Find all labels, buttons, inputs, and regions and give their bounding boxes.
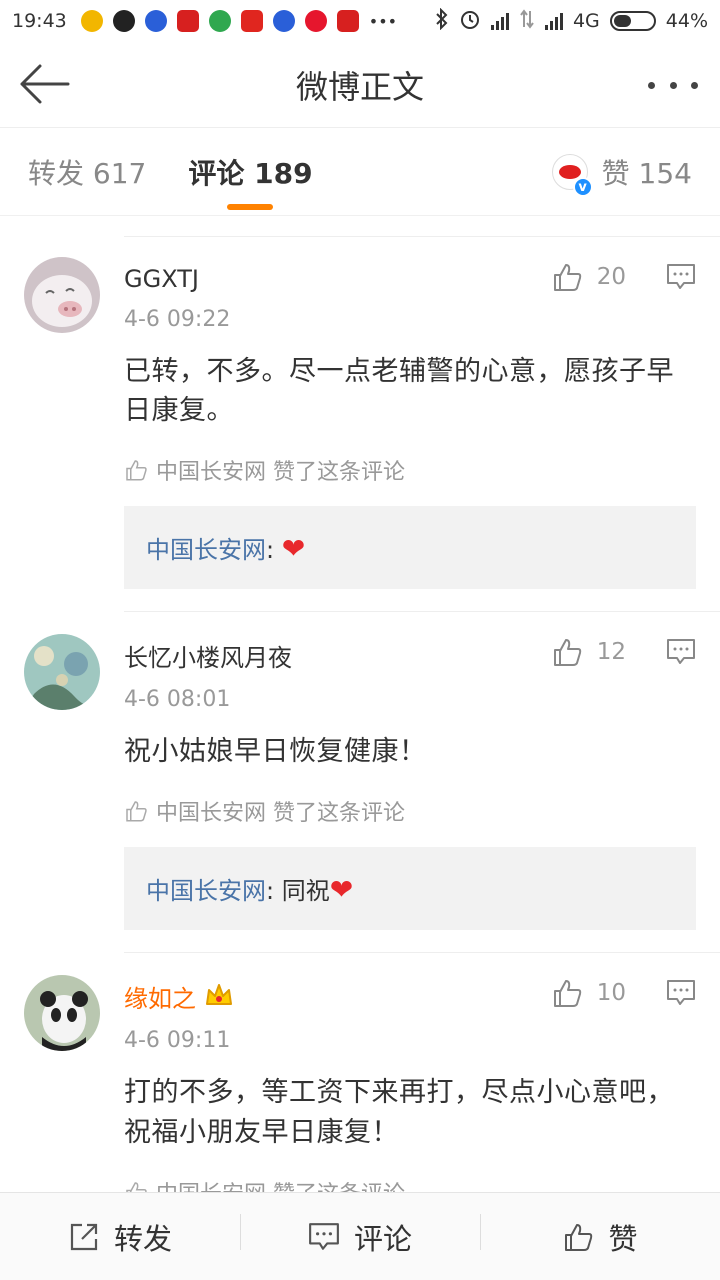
- toutiao-icon: [240, 10, 263, 32]
- status-time: 19:43: [12, 10, 67, 32]
- like-count: 20: [596, 264, 626, 290]
- comment-icon: [667, 264, 695, 289]
- network-type: 4G: [572, 10, 600, 32]
- liked-by-text: 中国长安网 赞了这条评论: [156, 460, 405, 486]
- like-button[interactable]: [551, 636, 583, 668]
- thumbs-up-icon: [565, 1223, 593, 1251]
- tab-bar: 转发 617 评论 189 v 赞 154: [0, 128, 720, 216]
- notification-icons: •••: [80, 10, 398, 32]
- data-transfer-icon: [519, 8, 535, 34]
- comment-button[interactable]: 评论: [240, 1213, 480, 1258]
- liker-avatar: v: [551, 154, 593, 197]
- comment-time: 4-6 08:01: [124, 687, 231, 713]
- heart-emoji-icon: ❤: [329, 873, 354, 907]
- like-count: 12: [596, 639, 626, 666]
- comment-item: 20 GGXTJ 4-6 09:22 已转，不多。尽一点老辅警的心意，愿孩子早日…: [24, 236, 720, 611]
- reply-button[interactable]: [666, 638, 696, 666]
- weibo-icon: [304, 10, 327, 32]
- avatar[interactable]: [24, 975, 100, 1052]
- thumbs-up-icon: [126, 460, 147, 481]
- author-reply[interactable]: 中国长安网: 同祝❤: [124, 847, 696, 931]
- thumbs-up-icon: [553, 639, 581, 667]
- comment-item: 10 缘如之 4-6 09:11 打的不多，等工资下来再打，尽点小心意吧，祝福小…: [24, 952, 720, 1192]
- bottom-action-bar: 转发 评论 赞: [0, 1192, 720, 1280]
- like-count: 10: [596, 980, 626, 1007]
- likes-count: 赞 154: [601, 157, 692, 190]
- arrow-left-icon: [20, 64, 70, 104]
- like-button[interactable]: [551, 261, 583, 293]
- thumbs-up-icon: [126, 801, 147, 822]
- baidu-paw-icon: [272, 10, 295, 32]
- thumbs-up-icon: [553, 980, 581, 1008]
- netease-news-icon: [336, 10, 359, 32]
- comment-actions: 10: [551, 977, 696, 1009]
- repost-label: 转发: [113, 1221, 172, 1256]
- baidu-paw-icon: [144, 10, 167, 32]
- more-notifications-icon: •••: [368, 11, 398, 31]
- author-liked-note: 中国长安网 赞了这条评论: [124, 454, 696, 486]
- comment-actions: 12: [551, 636, 696, 668]
- comment-time: 4-6 09:11: [124, 1028, 231, 1054]
- crown-badge-icon: [204, 982, 234, 1012]
- signal-icon: [544, 12, 563, 30]
- battery-percent: 44%: [665, 10, 708, 32]
- status-bar: 19:43 ••• 4G 44%: [0, 0, 720, 42]
- page-title: 微博正文: [295, 67, 424, 106]
- more-menu-button[interactable]: [648, 70, 698, 100]
- like-button[interactable]: [551, 977, 583, 1009]
- comment-icon: [667, 639, 695, 665]
- reply-author-link[interactable]: 中国长安网: [146, 877, 266, 905]
- verified-badge-icon: v: [572, 177, 593, 197]
- liked-by-text: 中国长安网 赞了这条评论: [156, 1176, 405, 1192]
- comment-label: 评论: [353, 1221, 412, 1256]
- thumbs-up-icon: [553, 264, 581, 291]
- liked-by-text: 中国长安网 赞了这条评论: [156, 801, 405, 827]
- commenter-name[interactable]: 缘如之: [124, 979, 196, 1014]
- avatar[interactable]: [24, 634, 100, 711]
- reply-separator: :: [266, 877, 282, 906]
- netease-news-icon: [176, 10, 199, 32]
- heart-emoji-icon: ❤: [281, 532, 306, 566]
- reply-separator: :: [266, 536, 282, 565]
- comment-time: 4-6 09:22: [124, 307, 231, 332]
- thumbs-up-icon: [126, 1181, 147, 1192]
- browser-icon: [208, 10, 231, 32]
- tab-comment[interactable]: 评论 189: [188, 128, 312, 216]
- reply-button[interactable]: [666, 263, 696, 291]
- battery-icon: [609, 11, 656, 31]
- dot-icon: [691, 81, 698, 89]
- comment-text: 已转，不多。尽一点老辅警的心意，愿孩子早日康复。: [124, 356, 674, 427]
- comment-item: 12 长忆小楼风月夜 4-6 08:01 祝小姑娘早日恢复健康！ 中国长安网 赞…: [24, 611, 720, 952]
- chinaanwang-logo-icon: [558, 165, 581, 179]
- like-label: 赞: [608, 1221, 638, 1256]
- author-reply[interactable]: 中国长安网: ❤: [124, 506, 696, 590]
- reply-text: 同祝: [281, 877, 330, 906]
- status-indicators: 4G 44%: [435, 7, 708, 35]
- comment-icon: [309, 1222, 339, 1250]
- tab-likes[interactable]: v 赞 154: [551, 128, 692, 216]
- qq-icon: [112, 10, 135, 32]
- comment-text: 打的不多，等工资下来再打，尽点小心意吧，祝福小朋友早日康复！: [124, 1077, 674, 1148]
- share-icon: [70, 1223, 98, 1250]
- gold-coin-icon: [80, 10, 103, 32]
- alarm-icon: [459, 8, 481, 35]
- repost-button[interactable]: 转发: [0, 1216, 240, 1258]
- back-button[interactable]: [18, 60, 70, 108]
- dot-icon: [648, 81, 655, 89]
- title-bar: 微博正文: [0, 42, 720, 128]
- comment-icon: [667, 980, 695, 1006]
- signal-icon: [490, 12, 509, 30]
- avatar[interactable]: [24, 257, 100, 333]
- comment-list: 20 GGXTJ 4-6 09:22 已转，不多。尽一点老辅警的心意，愿孩子早日…: [0, 236, 720, 1192]
- tab-repost[interactable]: 转发 617: [28, 128, 146, 216]
- comment-actions: 20: [551, 261, 696, 293]
- reply-author-link[interactable]: 中国长安网: [146, 536, 266, 564]
- author-liked-note: 中国长安网 赞了这条评论: [124, 1176, 696, 1192]
- bluetooth-icon: [435, 7, 449, 35]
- reply-button[interactable]: [666, 979, 696, 1007]
- dot-icon: [669, 81, 677, 89]
- comment-text: 祝小姑娘早日恢复健康！: [124, 736, 427, 768]
- like-post-button[interactable]: 赞: [480, 1213, 720, 1258]
- author-liked-note: 中国长安网 赞了这条评论: [124, 795, 696, 827]
